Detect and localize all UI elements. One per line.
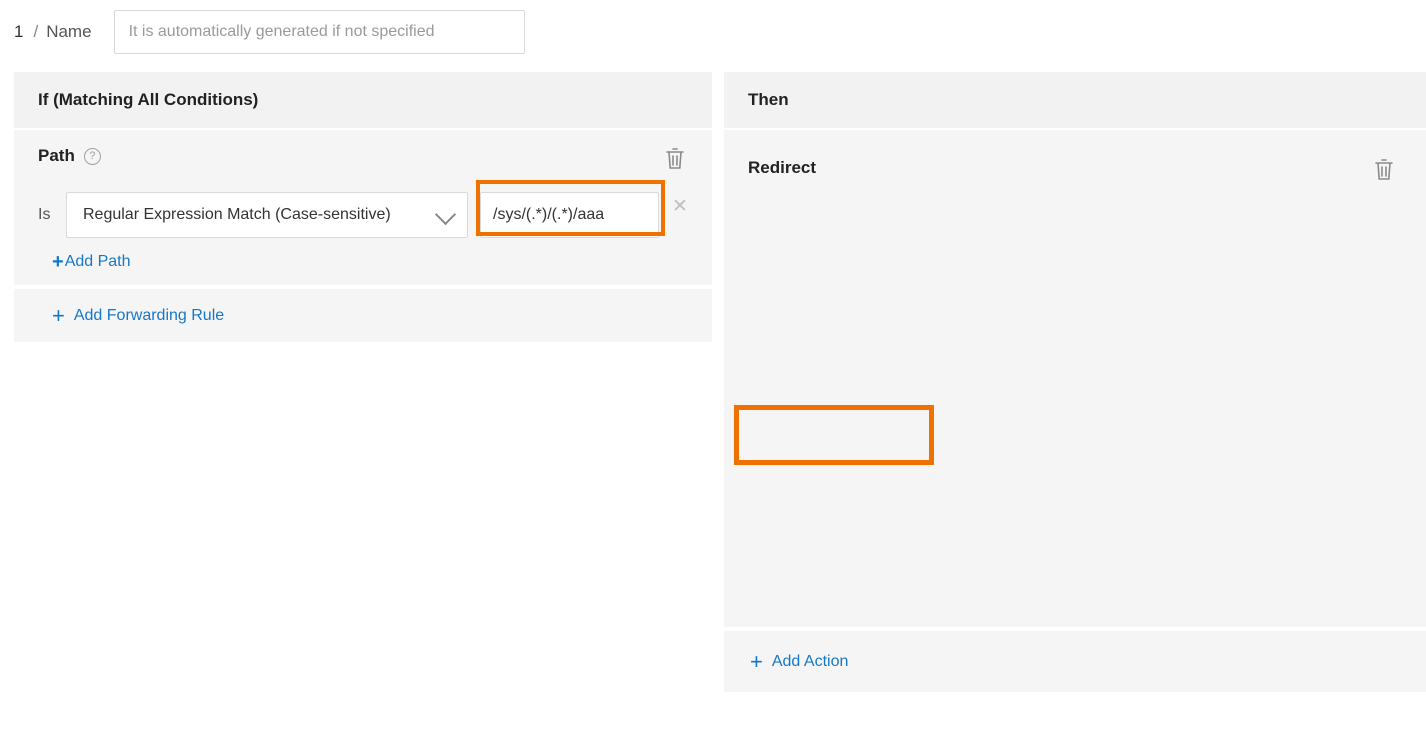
add-path-button[interactable]: + Add Path — [52, 252, 131, 272]
rule-name-input[interactable] — [114, 10, 525, 54]
if-panel-body: Path ? Is Regular Expression Match (Case… — [14, 130, 712, 285]
condition-title: Path — [38, 146, 75, 166]
then-panel-header: Then — [724, 72, 1426, 128]
condition-delete-icon[interactable] — [664, 146, 686, 170]
add-forwarding-rule-row: + Add Forwarding Rule — [14, 289, 712, 342]
add-action-row: + Add Action — [724, 631, 1426, 692]
add-forwarding-rule-button[interactable]: + Add Forwarding Rule — [52, 305, 224, 327]
then-panel-title: Then — [748, 90, 789, 110]
action-delete-icon[interactable] — [1373, 157, 1395, 181]
add-path-label: Add Path — [65, 253, 131, 271]
rule-separator: / — [33, 22, 38, 42]
then-panel-body: Redirect Protocol ${protocol} Hosts Port… — [724, 130, 1426, 627]
question-circle-icon[interactable]: ? — [84, 148, 101, 165]
add-action-button[interactable]: + Add Action — [750, 651, 848, 673]
condition-title-row: Path ? — [38, 146, 101, 166]
if-panel-header: If (Matching All Conditions) — [14, 72, 712, 128]
action-title: Redirect — [748, 158, 816, 178]
rule-name-label: Name — [46, 22, 91, 42]
add-action-label: Add Action — [772, 653, 849, 671]
chevron-down-icon — [435, 204, 456, 225]
condition-row: Is Regular Expression Match (Case-sensit… — [38, 192, 659, 238]
condition-value-clear-icon[interactable]: ✕ — [670, 197, 690, 217]
plus-icon: + — [52, 305, 65, 327]
condition-value-input[interactable] — [480, 192, 659, 238]
if-panel-title: If (Matching All Conditions) — [38, 90, 258, 110]
plus-icon: + — [750, 651, 763, 673]
add-forwarding-rule-label: Add Forwarding Rule — [74, 307, 224, 325]
condition-operator-label: Is — [38, 206, 66, 224]
plus-icon: + — [52, 252, 64, 272]
rule-index: 1 — [14, 22, 23, 42]
condition-operator-select[interactable]: Regular Expression Match (Case-sensitive… — [66, 192, 468, 238]
rule-name-row: 1 / Name — [0, 0, 1426, 64]
condition-operator-value: Regular Expression Match (Case-sensitive… — [83, 206, 391, 224]
